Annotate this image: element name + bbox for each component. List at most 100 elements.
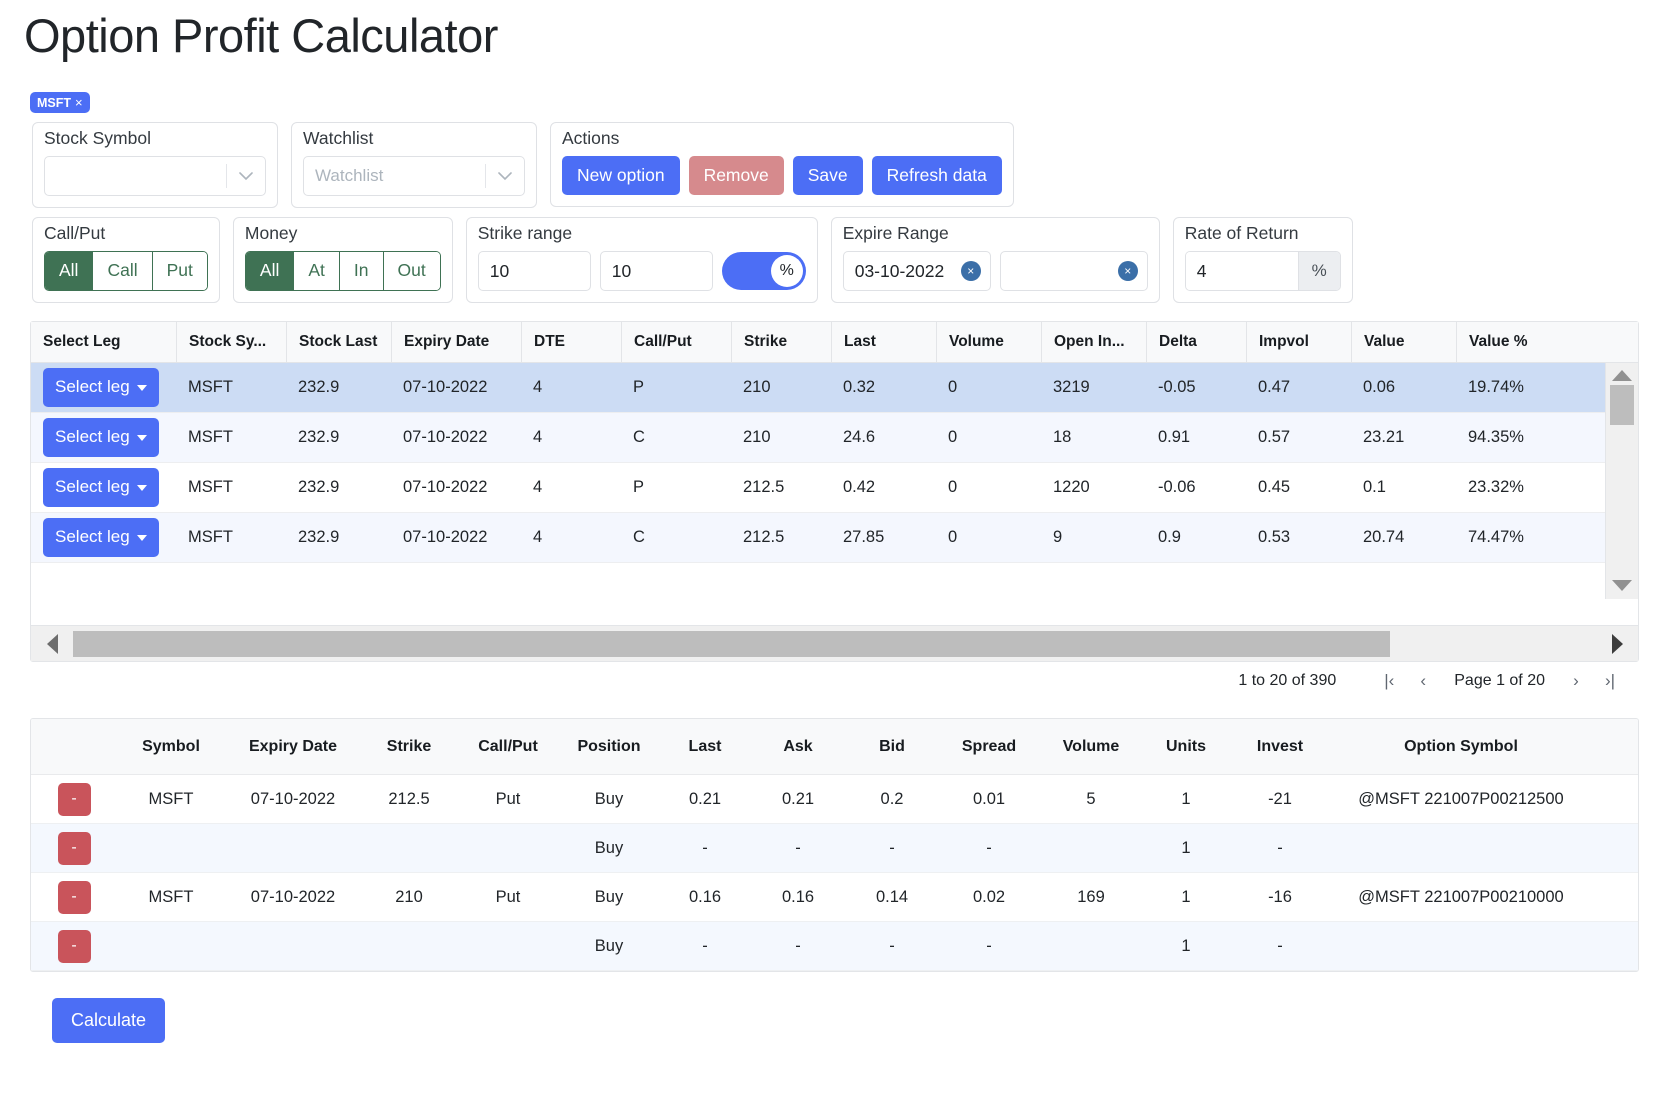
column-header[interactable]: Delta <box>1146 322 1246 363</box>
money-label: Money <box>244 223 298 244</box>
table-cell: 0 <box>948 478 958 497</box>
money-option-all[interactable]: All <box>245 252 295 291</box>
legs-column-header: Ask <box>783 737 813 755</box>
save-button[interactable]: Save <box>792 156 863 196</box>
leg-cell: 1 <box>1181 887 1191 906</box>
selected-symbols: MSFT × <box>30 92 1647 114</box>
clear-icon[interactable]: × <box>960 261 981 282</box>
table-cell: MSFT <box>188 528 233 547</box>
actions-label: Actions <box>562 128 620 149</box>
leg-cell: 0.2 <box>880 789 904 808</box>
strike-percent-toggle[interactable]: % <box>721 252 806 291</box>
pagination-prev-button[interactable]: ‹ <box>1406 671 1440 691</box>
rate-of-return-label: Rate of Return <box>1184 223 1299 244</box>
table-cell: 212.5 <box>743 478 785 497</box>
refresh-data-button[interactable]: Refresh data <box>871 156 1002 196</box>
remove-button[interactable]: Remove <box>688 156 784 196</box>
clear-icon[interactable]: × <box>1117 261 1138 282</box>
pagination-next-button[interactable]: › <box>1559 671 1593 691</box>
leg-cell: 0.02 <box>972 887 1006 906</box>
scroll-down-icon[interactable] <box>1612 580 1632 592</box>
expire-to-input[interactable]: × <box>999 251 1148 292</box>
pagination: 1 to 20 of 390 |‹ ‹ Page 1 of 20 › ›| <box>30 662 1639 700</box>
caret-down-icon <box>136 484 147 491</box>
new-option-button[interactable]: New option <box>562 156 680 196</box>
leg-cell: Put <box>495 887 521 906</box>
expire-from-input[interactable]: 03-10-2022 × <box>842 251 991 292</box>
column-header[interactable]: Value % <box>1456 322 1566 363</box>
legs-column-header: Last <box>688 737 722 755</box>
column-header[interactable]: Stock Sy... <box>176 322 286 363</box>
pagination-first-button[interactable]: |‹ <box>1372 671 1406 691</box>
table-row[interactable]: Select leg MSFT 232.9 07-10-2022 4 C 210 24.6 0 1… <box>31 413 1638 464</box>
close-icon[interactable]: × <box>75 96 83 109</box>
table-cell: P <box>633 378 645 397</box>
table-cell: 23.21 <box>1363 428 1405 447</box>
strike-range-high-input[interactable] <box>599 251 713 292</box>
column-header[interactable]: Volume <box>936 322 1041 363</box>
column-header[interactable]: Stock Last <box>286 322 391 363</box>
money-option-out[interactable]: Out <box>383 252 440 291</box>
table-cell: 20.74 <box>1363 528 1405 547</box>
column-header[interactable]: Open In... <box>1041 322 1146 363</box>
call-put-option-put[interactable]: Put <box>152 252 207 291</box>
rate-of-return-input[interactable] <box>1185 252 1298 291</box>
leg-cell: 0.21 <box>781 789 815 808</box>
scroll-left-icon[interactable] <box>31 633 73 654</box>
column-header[interactable]: Select Leg <box>31 322 176 362</box>
column-header[interactable]: Call/Put <box>621 322 731 363</box>
column-header[interactable]: Value <box>1351 322 1456 363</box>
chevron-down-icon[interactable] <box>486 171 524 181</box>
vertical-scrollbar[interactable] <box>1605 363 1638 600</box>
chevron-down-icon[interactable] <box>227 171 265 181</box>
table-row[interactable]: Select leg MSFT 232.9 07-10-2022 4 P 212.5 0.42… <box>31 463 1638 514</box>
select-leg-button[interactable]: Select leg <box>43 518 159 557</box>
leg-cell: 0.16 <box>781 887 815 906</box>
money-option-in[interactable]: In <box>339 252 384 291</box>
table-cell: 23.32% <box>1468 478 1524 497</box>
remove-leg-button[interactable]: - <box>57 782 91 816</box>
call-put-option-call[interactable]: Call <box>93 252 153 291</box>
remove-leg-button[interactable]: - <box>57 929 91 963</box>
table-row[interactable]: Select leg MSFT 232.9 07-10-2022 4 P 210 0.32 0 3… <box>31 363 1638 414</box>
column-header[interactable]: DTE <box>521 322 621 363</box>
symbol-chip-msft[interactable]: MSFT × <box>30 92 90 114</box>
column-header[interactable]: Expiry Date <box>391 322 521 363</box>
leg-row: - Buy - - - - 1 - <box>31 824 1638 874</box>
scroll-up-icon[interactable] <box>1612 370 1632 382</box>
column-header[interactable]: Impvol <box>1246 322 1351 363</box>
legs-column-header: Symbol <box>142 737 200 755</box>
table-cell: 0 <box>948 378 958 397</box>
horizontal-scroll-thumb[interactable] <box>73 630 1391 657</box>
select-leg-button[interactable]: Select leg <box>43 418 159 457</box>
money-option-at[interactable]: At <box>294 252 340 291</box>
pagination-last-button[interactable]: ›| <box>1593 671 1627 691</box>
scroll-right-icon[interactable] <box>1596 633 1638 654</box>
call-put-option-all[interactable]: All <box>45 252 94 291</box>
horizontal-scrollbar[interactable] <box>31 625 1638 662</box>
leg-cell: -16 <box>1268 887 1292 906</box>
leg-cell: 1 <box>1181 936 1191 955</box>
call-put-segmented: All Call Put <box>44 251 208 292</box>
table-cell: 27.85 <box>843 528 885 547</box>
calculate-button[interactable]: Calculate <box>52 998 166 1044</box>
table-row[interactable]: Select leg MSFT 232.9 07-10-2022 4 C 212.5 27.8… <box>31 513 1638 564</box>
select-leg-button[interactable]: Select leg <box>43 368 159 407</box>
watchlist-select[interactable]: Watchlist <box>303 156 525 197</box>
leg-cell: 1 <box>1181 789 1191 808</box>
horizontal-scroll-track[interactable] <box>73 630 1596 657</box>
remove-leg-button[interactable]: - <box>57 880 91 914</box>
strike-range-low-input[interactable] <box>477 251 591 292</box>
column-header[interactable]: Last <box>831 322 936 363</box>
leg-cell: 5 <box>1086 789 1096 808</box>
table-cell: 4 <box>533 528 543 547</box>
pagination-range: 1 to 20 of 390 <box>1238 672 1337 690</box>
leg-cell: - <box>1277 838 1283 857</box>
remove-leg-button[interactable]: - <box>57 831 91 865</box>
vertical-scroll-thumb[interactable] <box>1610 385 1634 426</box>
stock-symbol-input[interactable] <box>44 156 266 197</box>
filter-row-primary: Stock Symbol Watchlist Watchlist Actions… <box>30 122 1647 209</box>
select-leg-button[interactable]: Select leg <box>43 468 159 507</box>
legs-column-header: Units <box>1166 737 1206 755</box>
column-header[interactable]: Strike <box>731 322 831 363</box>
